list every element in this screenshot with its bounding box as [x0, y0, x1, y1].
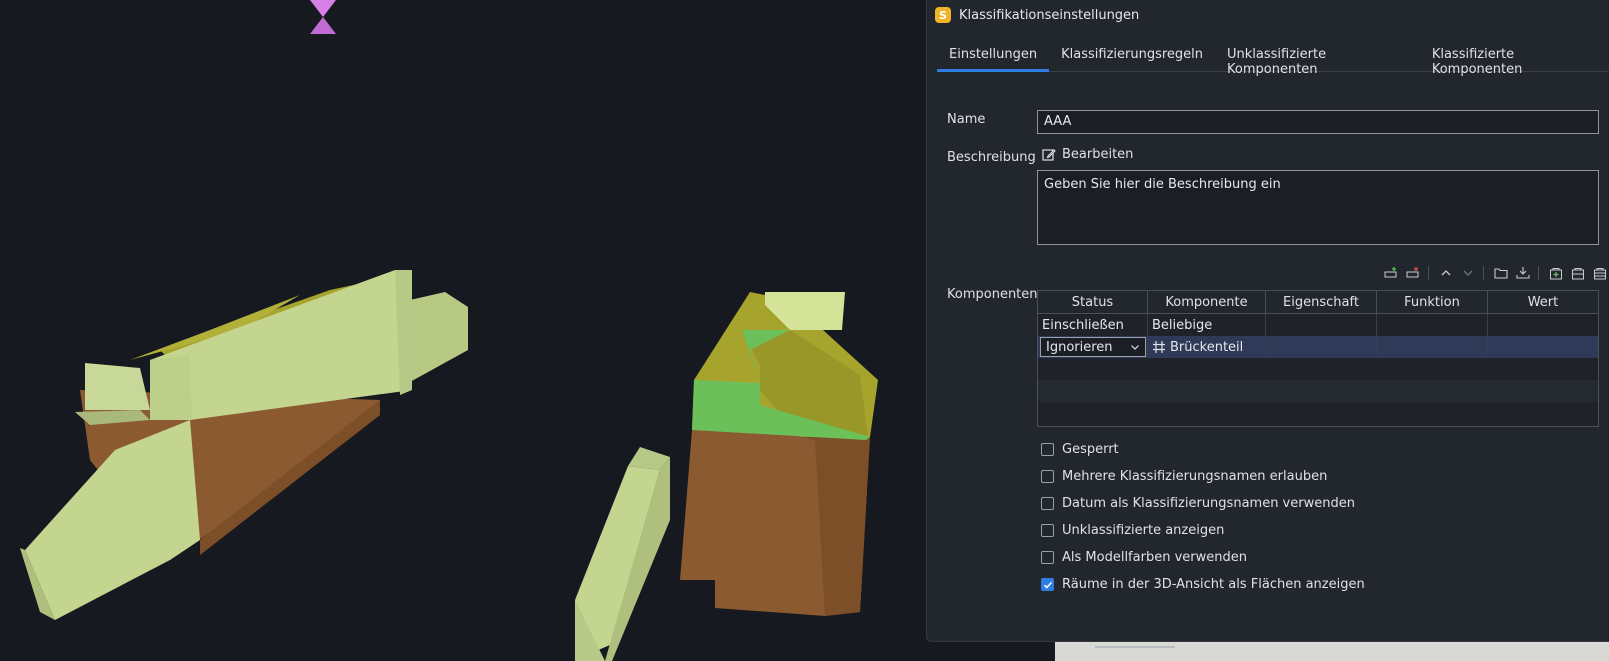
3d-model-scene [20, 0, 878, 661]
checkbox[interactable] [1041, 551, 1054, 564]
tab-klassifizierungsregeln[interactable]: Klassifizierungsregeln [1049, 41, 1215, 71]
components-table: Status Komponente Eigenschaft Funktion W… [1037, 290, 1599, 427]
pencil-icon [1042, 148, 1056, 161]
property-cell[interactable] [1266, 336, 1377, 358]
function-cell[interactable] [1377, 314, 1488, 336]
toolbar-separator [1483, 266, 1484, 280]
function-cell[interactable] [1377, 336, 1488, 358]
empty-row [1038, 402, 1598, 424]
camera-marker-icon [310, 0, 336, 34]
package-icon[interactable] [1568, 263, 1588, 283]
option-multiple-names[interactable]: Mehrere Klassifizierungsnamen erlauben [1041, 463, 1365, 490]
components-toolbar [1379, 263, 1609, 283]
component-name: Brückenteil [1170, 339, 1244, 355]
tab-unklassifizierte-komponenten[interactable]: Unklassifizierte Komponenten [1215, 41, 1420, 77]
status-select[interactable]: Ignorieren [1040, 337, 1146, 357]
option-label: Gesperrt [1062, 442, 1119, 457]
move-up-icon[interactable] [1436, 263, 1456, 283]
titlebar: S Klassifikationseinstellungen [935, 5, 1139, 25]
window-title: Klassifikationseinstellungen [959, 7, 1140, 23]
option-gesperrt[interactable]: Gesperrt [1041, 436, 1365, 463]
checkmark-icon [1043, 581, 1052, 589]
option-label: Mehrere Klassifizierungsnamen erlauben [1062, 469, 1328, 484]
empty-row [1038, 358, 1598, 380]
package-alt-icon[interactable] [1590, 263, 1609, 283]
column-header[interactable]: Komponente [1148, 291, 1266, 313]
model-plank [575, 447, 670, 661]
value-cell[interactable] [1488, 336, 1598, 358]
bridge-part-icon [1152, 340, 1166, 354]
option-label: Räume in der 3D-Ansicht als Flächen anze… [1062, 577, 1365, 592]
name-input[interactable]: AAA [1037, 110, 1599, 134]
chevron-down-icon [1131, 345, 1139, 350]
import-icon[interactable] [1513, 263, 1533, 283]
options-list: Gesperrt Mehrere Klassifizierungsnamen e… [1041, 436, 1365, 598]
empty-row [1038, 380, 1598, 402]
option-label: Datum als Klassifizierungsnamen verwende… [1062, 496, 1355, 511]
table-header: Status Komponente Eigenschaft Funktion W… [1038, 291, 1598, 314]
move-down-icon[interactable] [1458, 263, 1478, 283]
table-row[interactable]: Einschließen Beliebige [1038, 314, 1598, 336]
option-label: Unklassifizierte anzeigen [1062, 523, 1225, 538]
checkbox[interactable] [1041, 497, 1054, 510]
toolbar-separator [1538, 266, 1539, 280]
description-label: Beschreibung [947, 150, 1036, 165]
checkbox-checked[interactable] [1041, 578, 1054, 591]
app-icon: S [935, 7, 951, 23]
property-cell[interactable] [1266, 314, 1377, 336]
edit-label: Bearbeiten [1062, 147, 1134, 162]
column-header[interactable]: Status [1038, 291, 1148, 313]
tab-klassifizierte-komponenten[interactable]: Klassifizierte Komponenten [1420, 41, 1609, 77]
column-header[interactable]: Eigenschaft [1266, 291, 1377, 313]
option-show-unclassified[interactable]: Unklassifizierte anzeigen [1041, 517, 1365, 544]
add-package-icon[interactable] [1546, 263, 1566, 283]
component-cell[interactable]: Beliebige [1148, 314, 1266, 336]
remove-row-icon[interactable] [1403, 263, 1423, 283]
open-folder-icon[interactable] [1491, 263, 1511, 283]
value-cell[interactable] [1488, 314, 1598, 336]
model-building-left [20, 270, 468, 620]
tab-einstellungen[interactable]: Einstellungen [937, 41, 1050, 72]
component-cell[interactable]: Brückenteil [1148, 336, 1266, 358]
option-date-as-name[interactable]: Datum als Klassifizierungsnamen verwende… [1041, 490, 1365, 517]
toolbar-separator [1428, 266, 1429, 280]
components-label: Komponenten [947, 287, 1038, 302]
checkbox[interactable] [1041, 470, 1054, 483]
tab-bar: Einstellungen Klassifizierungsregeln Unk… [937, 41, 1609, 77]
status-cell[interactable]: Ignorieren [1038, 336, 1148, 358]
add-row-icon[interactable] [1381, 263, 1401, 283]
model-building-right [680, 292, 878, 616]
option-label: Als Modellfarben verwenden [1062, 550, 1247, 565]
column-header[interactable]: Wert [1488, 291, 1598, 313]
description-input[interactable]: Geben Sie hier die Beschreibung ein [1037, 170, 1599, 245]
map-preview [1055, 642, 1609, 661]
column-header[interactable]: Funktion [1377, 291, 1488, 313]
table-row[interactable]: Ignorieren Brückenteil [1038, 336, 1598, 358]
classification-settings-dialog: S Klassifikationseinstellungen Einstellu… [926, 0, 1609, 642]
name-label: Name [947, 112, 986, 127]
checkbox[interactable] [1041, 524, 1054, 537]
status-select-value: Ignorieren [1046, 339, 1113, 355]
edit-description-button[interactable]: Bearbeiten [1042, 147, 1133, 162]
option-rooms-as-surfaces[interactable]: Räume in der 3D-Ansicht als Flächen anze… [1041, 571, 1365, 598]
status-cell[interactable]: Einschließen [1038, 314, 1148, 336]
checkbox[interactable] [1041, 443, 1054, 456]
option-model-colors[interactable]: Als Modellfarben verwenden [1041, 544, 1365, 571]
